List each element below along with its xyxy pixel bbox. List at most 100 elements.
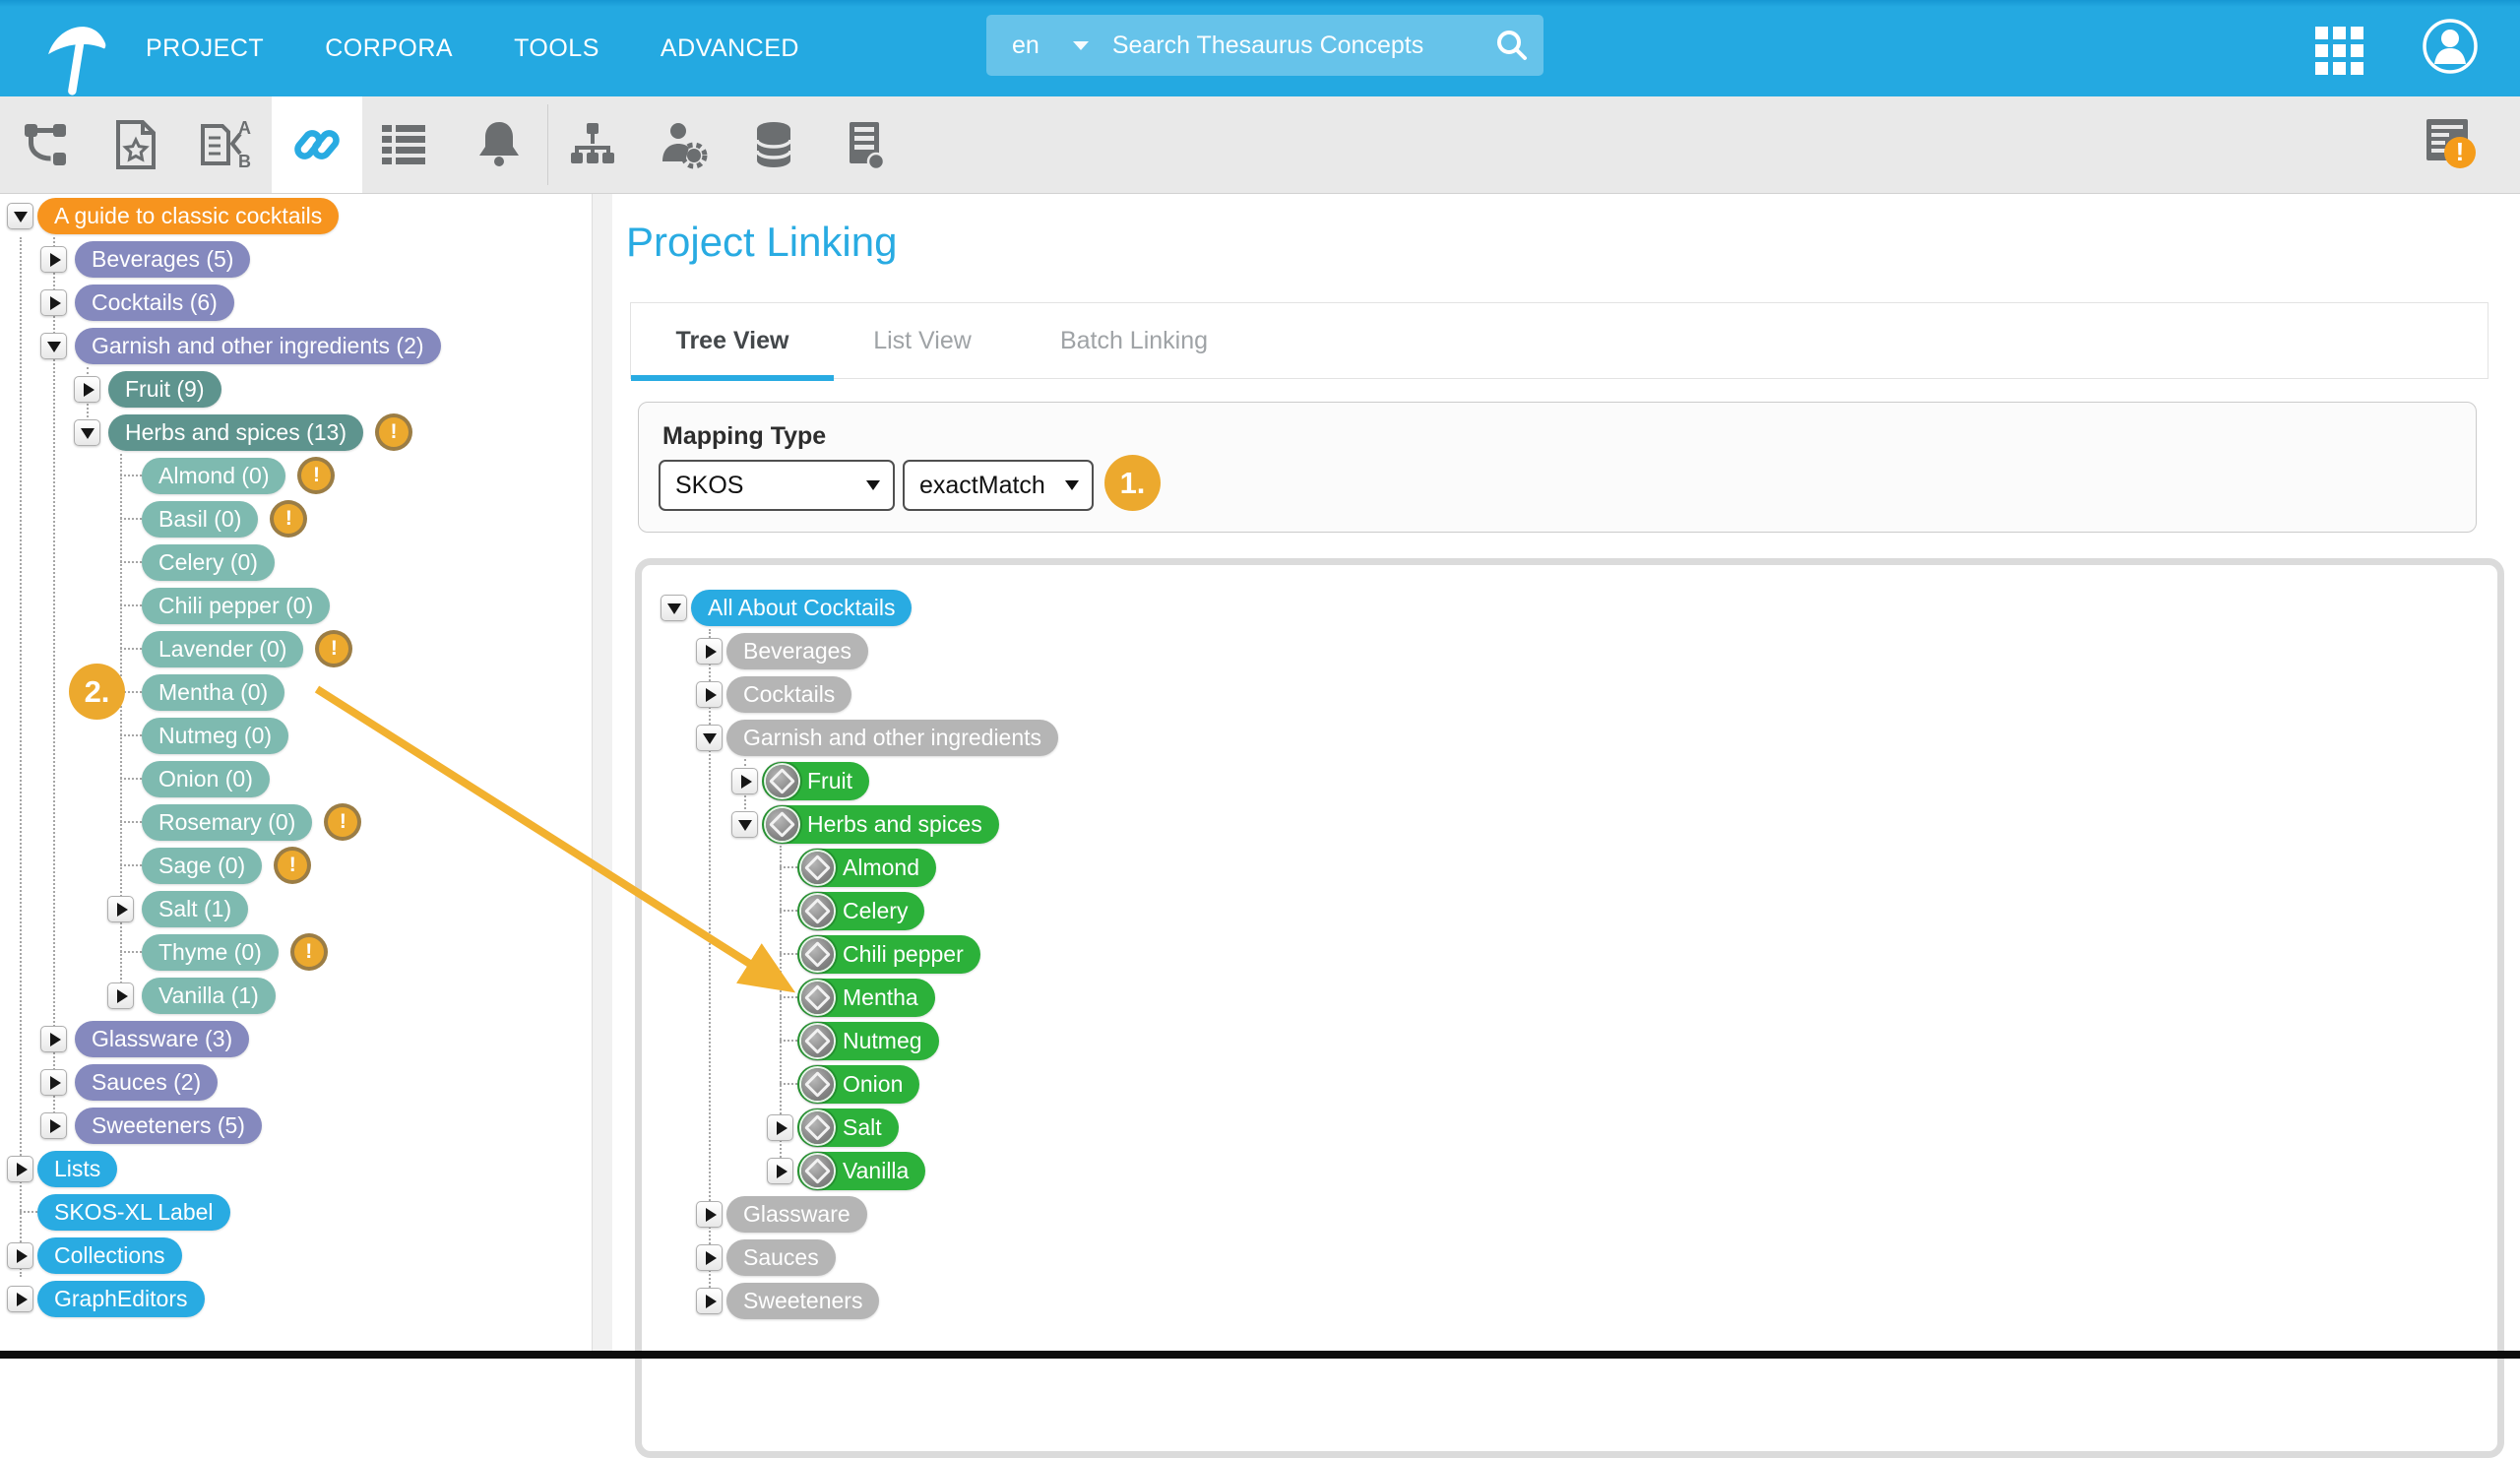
tree-node[interactable]: Sweeteners (5) (75, 1107, 262, 1144)
tree-node[interactable]: Sage (0) (142, 847, 263, 884)
warning-badge[interactable]: ! (297, 457, 336, 494)
link-icon[interactable] (272, 96, 362, 193)
tree-node[interactable]: Chili pepper (797, 934, 980, 974)
tree-node[interactable]: Thyme (0) (142, 933, 279, 971)
tab-tree-view[interactable]: Tree View (631, 303, 834, 381)
tree-expander[interactable] (74, 419, 100, 446)
tree-expander[interactable] (107, 896, 134, 922)
tree-node[interactable]: Sweeteners (726, 1282, 880, 1319)
tree-node[interactable]: Beverages (726, 632, 868, 669)
tree-node[interactable]: Sauces (726, 1238, 836, 1276)
tree-expander[interactable] (661, 595, 687, 621)
warning-badge[interactable]: ! (289, 933, 328, 971)
tree-node[interactable]: SKOS-XL Label (37, 1193, 230, 1231)
tree-expander[interactable] (40, 1112, 67, 1139)
tree-expander[interactable] (7, 1156, 33, 1182)
tree-expander[interactable] (696, 725, 723, 751)
tree-node[interactable]: Herbs and spices (762, 804, 999, 844)
tree-expander[interactable] (767, 1114, 793, 1141)
tree-expander[interactable] (7, 1242, 33, 1269)
search-language-select[interactable]: en (986, 15, 1110, 76)
warning-badge[interactable]: ! (375, 413, 412, 451)
server-icon[interactable] (819, 96, 910, 193)
tree-node[interactable]: Celery (797, 891, 925, 930)
tree-node[interactable]: A guide to classic cocktails (37, 197, 340, 234)
tree-expander[interactable] (107, 983, 134, 1009)
bell-icon[interactable] (454, 96, 544, 193)
workflow-icon[interactable] (0, 96, 91, 193)
tree-node[interactable]: Cocktails (726, 675, 852, 713)
tree-expander[interactable] (40, 1069, 67, 1096)
tree-node[interactable]: Garnish and other ingredients (726, 719, 1059, 756)
tree-node[interactable]: Fruit (762, 761, 869, 800)
tree-node[interactable]: Basil (0) (142, 500, 259, 538)
tab-list-view[interactable]: List View (834, 303, 1011, 378)
user-settings-icon[interactable] (638, 96, 728, 193)
report-alert-icon[interactable]: ! (2406, 96, 2496, 193)
tree-node[interactable]: Garnish and other ingredients (2) (75, 327, 441, 364)
tree-node[interactable]: Almond (0) (142, 457, 286, 494)
tree-expander[interactable] (7, 1286, 33, 1312)
menu-tools[interactable]: TOOLS (514, 34, 599, 63)
tree-node[interactable]: All About Cocktails (691, 589, 913, 626)
document-star-icon[interactable] (91, 96, 181, 193)
tree-expander[interactable] (731, 811, 758, 838)
tree-node[interactable]: Almond (797, 848, 936, 887)
warning-badge[interactable]: ! (315, 630, 353, 667)
tree-node[interactable]: Nutmeg (797, 1021, 939, 1060)
tree-node[interactable]: Onion (0) (142, 760, 270, 797)
tree-node[interactable]: Vanilla (1) (142, 977, 276, 1014)
tree-node[interactable]: Fruit (9) (108, 370, 221, 408)
tree-expander[interactable] (40, 333, 67, 359)
tree-expander[interactable] (696, 681, 723, 708)
tree-expander[interactable] (7, 203, 33, 229)
search-input[interactable] (1109, 30, 1480, 61)
warning-badge[interactable]: ! (274, 847, 312, 884)
tree-node[interactable]: Glassware (726, 1195, 867, 1233)
tree-node[interactable]: Mentha (0) (142, 673, 285, 711)
tree-node[interactable]: Chili pepper (0) (142, 587, 331, 624)
menu-advanced[interactable]: ADVANCED (661, 34, 799, 63)
tree-expander[interactable] (696, 1244, 723, 1271)
database-icon[interactable] (728, 96, 819, 193)
tab-batch-linking[interactable]: Batch Linking (1011, 303, 1257, 378)
tree-expander[interactable] (696, 1201, 723, 1228)
tree-node[interactable]: Beverages (5) (75, 240, 251, 278)
panel-separator[interactable] (592, 193, 613, 1351)
warning-badge[interactable]: ! (270, 500, 308, 538)
tree-node[interactable]: Sauces (2) (75, 1063, 219, 1101)
tree-node[interactable]: Cocktails (6) (75, 284, 234, 321)
menu-project[interactable]: PROJECT (146, 34, 264, 63)
tree-node[interactable]: Herbs and spices (13) (108, 413, 363, 451)
tree-node[interactable]: Onion (797, 1064, 920, 1104)
tree-node[interactable]: Rosemary (0) (142, 803, 313, 841)
tree-node[interactable]: Vanilla (797, 1151, 926, 1190)
menu-corpora[interactable]: CORPORA (325, 34, 453, 63)
tree-expander[interactable] (696, 638, 723, 665)
tree-node[interactable]: Lavender (0) (142, 630, 304, 667)
tree-node[interactable]: Glassware (3) (75, 1020, 250, 1057)
search-button[interactable] (1480, 15, 1544, 76)
list-icon[interactable] (358, 96, 449, 193)
tree-node[interactable]: Lists (37, 1150, 118, 1187)
document-ab-sort-icon[interactable]: A B (181, 96, 272, 193)
orgchart-icon[interactable] (547, 96, 638, 193)
tree-node[interactable]: Nutmeg (0) (142, 717, 289, 754)
tree-expander[interactable] (767, 1158, 793, 1184)
tree-node[interactable]: GraphEditors (37, 1280, 205, 1317)
tree-node[interactable]: Collections (37, 1236, 182, 1274)
tree-expander[interactable] (731, 768, 758, 794)
mapping-scheme-select[interactable]: SKOS (659, 460, 895, 511)
tree-expander[interactable] (40, 1026, 67, 1052)
tree-expander[interactable] (696, 1288, 723, 1314)
tree-node[interactable]: Salt (797, 1108, 899, 1147)
warning-badge[interactable]: ! (324, 803, 362, 841)
tree-node[interactable]: Celery (0) (142, 543, 275, 581)
tree-node[interactable]: Salt (1) (142, 890, 249, 927)
mapping-relation-select[interactable]: exactMatch (903, 460, 1094, 511)
tree-expander[interactable] (40, 289, 67, 316)
tree-expander[interactable] (74, 376, 100, 403)
tree-node[interactable]: Mentha (797, 978, 935, 1017)
user-avatar-icon[interactable] (2422, 18, 2479, 75)
tree-expander[interactable] (40, 246, 67, 273)
